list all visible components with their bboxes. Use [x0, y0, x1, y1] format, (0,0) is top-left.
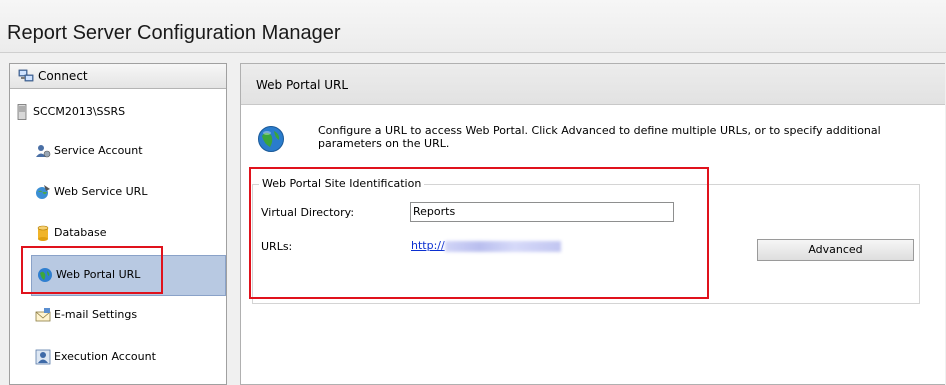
- site-identification-group: Web Portal Site Identification Virtual D…: [252, 177, 920, 304]
- sidebar-item-label: Web Portal URL: [56, 268, 141, 281]
- description-text: Configure a URL to access Web Portal. Cl…: [318, 124, 881, 150]
- sidebar-item-web-portal-url[interactable]: Web Portal URL: [31, 255, 226, 296]
- email-icon: [35, 308, 51, 322]
- main-header: Web Portal URL: [241, 64, 945, 105]
- advanced-button[interactable]: Advanced: [757, 239, 914, 261]
- web-service-icon: [36, 185, 50, 199]
- sidebar-item-execution-account[interactable]: Execution Account: [30, 342, 224, 372]
- title-bar: Report Server Configuration Manager: [0, 0, 946, 53]
- sidebar-item-web-service-url[interactable]: Web Service URL: [30, 177, 224, 207]
- server-name: SCCM2013\SSRS: [33, 105, 126, 118]
- main-panel: Web Portal URL Configure a URL to access…: [240, 63, 945, 385]
- database-icon: [37, 225, 49, 241]
- sidebar-item-database[interactable]: Database: [30, 218, 224, 248]
- web-portal-url-link[interactable]: http://: [411, 239, 445, 252]
- app-title: Report Server Configuration Manager: [7, 22, 341, 44]
- connect-button[interactable]: Connect: [10, 64, 226, 89]
- sidebar-item-label: Web Service URL: [54, 185, 148, 198]
- sidebar-item-label: Database: [54, 226, 107, 239]
- sidebar-item-label: Execution Account: [54, 350, 156, 363]
- virtual-directory-input[interactable]: Reports: [410, 202, 674, 222]
- sidebar-item-label: E-mail Settings: [54, 308, 138, 321]
- sidebar-item-service-account[interactable]: Service Account: [30, 136, 224, 166]
- virtual-directory-label: Virtual Directory:: [261, 206, 355, 219]
- page-title: Web Portal URL: [256, 78, 349, 92]
- sidebar-item-label: Service Account: [54, 144, 143, 157]
- redacted-url: [445, 241, 561, 252]
- server-icon: [17, 104, 27, 120]
- execution-account-icon: [35, 349, 51, 365]
- urls-label: URLs:: [261, 240, 293, 253]
- connect-icon: [18, 69, 34, 82]
- group-legend: Web Portal Site Identification: [259, 177, 425, 190]
- sidebar: Connect SCCM2013\SSRS Service Account We…: [9, 63, 227, 385]
- connect-label: Connect: [38, 69, 88, 83]
- globe-icon: [38, 268, 52, 282]
- service-account-icon: [36, 145, 51, 158]
- sidebar-item-email-settings[interactable]: E-mail Settings: [30, 300, 224, 330]
- globe-icon: [258, 126, 284, 152]
